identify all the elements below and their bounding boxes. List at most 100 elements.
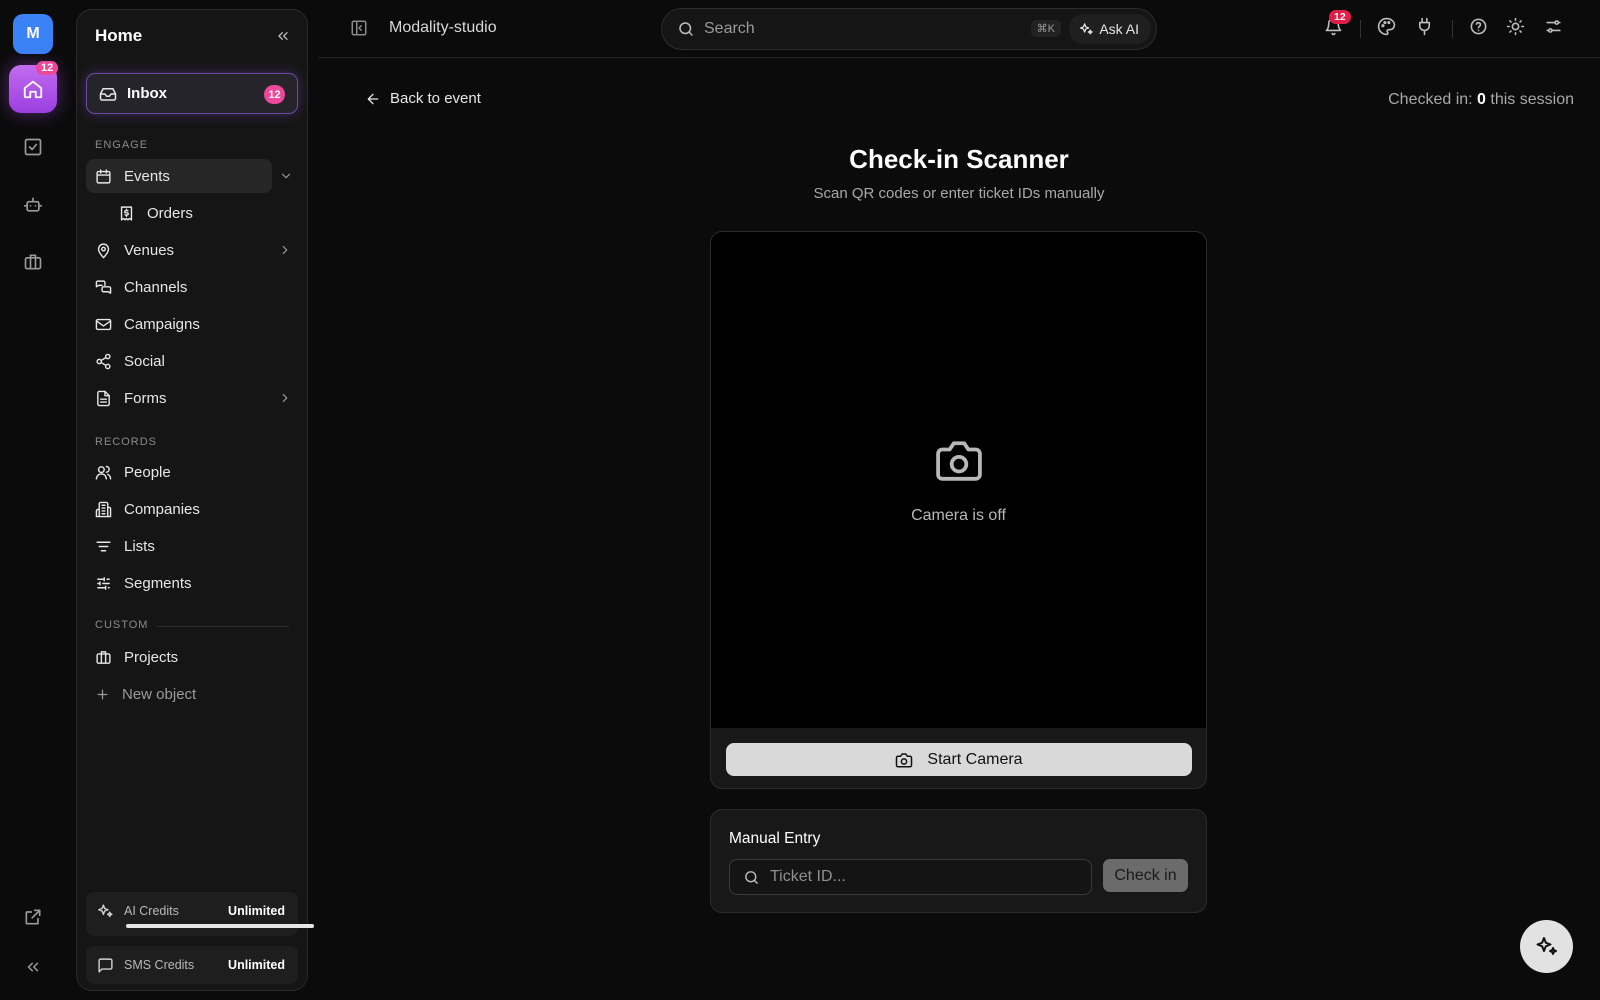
share-icon bbox=[95, 353, 112, 370]
mail-icon bbox=[95, 316, 112, 333]
toggle-sidebar-button[interactable] bbox=[350, 19, 368, 37]
check-in-button[interactable]: Check in bbox=[1103, 859, 1188, 892]
sidebar-title: Home bbox=[95, 26, 143, 45]
sidebar: Home Inbox 12 ENGAGE Events Orders Venue… bbox=[76, 9, 314, 991]
users-icon bbox=[95, 464, 112, 481]
sidebar-item-label: New object bbox=[122, 685, 197, 703]
external-link-icon bbox=[23, 907, 43, 927]
sidebar-item-venues[interactable]: Venues bbox=[86, 233, 298, 267]
events-expand-chevron-icon[interactable] bbox=[279, 169, 293, 183]
list-filter-icon bbox=[95, 538, 112, 555]
sms-credits[interactable]: SMS Credits Unlimited bbox=[86, 946, 298, 984]
divider bbox=[1360, 20, 1361, 38]
section-engage: ENGAGE bbox=[95, 139, 149, 151]
sidebar-item-label: Lists bbox=[124, 537, 155, 555]
home-badge: 12 bbox=[36, 61, 59, 75]
sliders-icon bbox=[95, 575, 112, 592]
briefcase-icon bbox=[23, 252, 43, 272]
help-button[interactable] bbox=[1469, 17, 1488, 36]
sidebar-item-companies[interactable]: Companies bbox=[86, 492, 298, 526]
ai-credits-progress bbox=[126, 924, 314, 928]
collapse-rail-button[interactable] bbox=[21, 955, 45, 979]
sidebar-item-campaigns[interactable]: Campaigns bbox=[86, 307, 298, 341]
messages-icon bbox=[95, 279, 112, 296]
sidebar-item-forms[interactable]: Forms bbox=[86, 381, 298, 415]
page-title: Check-in Scanner bbox=[849, 144, 1069, 174]
ai-credits[interactable]: AI Credits Unlimited bbox=[86, 892, 314, 936]
chevron-right-icon bbox=[278, 391, 292, 405]
app-rail: M 12 bbox=[0, 0, 67, 1000]
ask-ai-button[interactable]: Ask AI bbox=[1069, 14, 1151, 44]
building-icon bbox=[95, 501, 112, 518]
start-camera-button[interactable]: Start Camera bbox=[726, 743, 1192, 776]
back-to-event-link[interactable]: Back to event bbox=[356, 90, 481, 107]
search-placeholder: Search bbox=[704, 20, 755, 37]
ai-assistant-button[interactable] bbox=[1520, 920, 1573, 973]
sidebar-item-social[interactable]: Social bbox=[86, 344, 298, 378]
sidebar-item-people[interactable]: People bbox=[86, 455, 298, 489]
help-circle-icon bbox=[1470, 18, 1487, 35]
section-custom: CUSTOM bbox=[95, 619, 149, 631]
sidebar-item-label: Social bbox=[124, 352, 165, 370]
workspace-breadcrumb[interactable]: Modality-studio bbox=[389, 19, 497, 37]
sidebar-item-channels[interactable]: Channels bbox=[86, 270, 298, 304]
plus-icon bbox=[95, 687, 110, 702]
search-icon bbox=[743, 869, 760, 886]
panel-left-icon bbox=[351, 20, 367, 36]
chevron-right-icon bbox=[278, 243, 292, 257]
section-records: RECORDS bbox=[95, 436, 158, 448]
collapse-sidebar-button[interactable] bbox=[275, 28, 291, 44]
manual-entry-card: Manual Entry Check in bbox=[710, 809, 1207, 913]
theme-palette-button[interactable] bbox=[1377, 17, 1396, 36]
sidebar-item-events[interactable]: Events bbox=[86, 159, 272, 193]
integrations-button[interactable] bbox=[1415, 17, 1434, 36]
agents-rail-button[interactable] bbox=[21, 193, 45, 217]
sparkles-icon bbox=[1079, 22, 1094, 37]
camera-status: Camera is off bbox=[911, 507, 1006, 524]
manual-entry-heading: Manual Entry bbox=[729, 830, 821, 847]
workspace-avatar[interactable]: M bbox=[13, 14, 53, 54]
section-divider bbox=[157, 626, 289, 627]
chevrons-left-icon bbox=[24, 958, 42, 976]
camera-icon bbox=[895, 751, 913, 769]
sidebar-item-label: Channels bbox=[124, 278, 188, 296]
sidebar-item-lists[interactable]: Lists bbox=[86, 529, 298, 563]
sidebar-item-projects[interactable]: Projects bbox=[86, 640, 298, 674]
receipt-icon bbox=[118, 205, 135, 222]
sparkles-icon bbox=[1535, 935, 1559, 959]
home-icon bbox=[22, 78, 44, 100]
ticket-id-input[interactable] bbox=[770, 868, 1070, 886]
ticket-id-field[interactable] bbox=[729, 859, 1092, 895]
sidebar-item-label: Projects bbox=[124, 648, 179, 666]
sidebar-item-label: Inbox bbox=[127, 85, 167, 102]
new-object-button[interactable]: New object bbox=[86, 677, 298, 711]
projects-rail-button[interactable] bbox=[21, 250, 45, 274]
tasks-rail-button[interactable] bbox=[21, 135, 45, 159]
checkbox-icon bbox=[23, 137, 43, 157]
sidebar-item-label: Campaigns bbox=[124, 315, 200, 333]
session-checkin-count: Checked in: 0 this session bbox=[1388, 91, 1574, 109]
file-text-icon bbox=[95, 390, 112, 407]
settings-button[interactable] bbox=[1544, 17, 1563, 36]
sidebar-item-label: People bbox=[124, 463, 171, 481]
arrow-left-icon bbox=[365, 91, 381, 107]
sidebar-item-segments[interactable]: Segments bbox=[86, 566, 298, 600]
sidebar-item-label: Events bbox=[124, 167, 170, 185]
session-count: 0 bbox=[1477, 91, 1486, 108]
search-bar[interactable]: Search ⌘K Ask AI bbox=[661, 8, 1157, 50]
credit-name: SMS Credits bbox=[124, 958, 195, 972]
theme-toggle-button[interactable] bbox=[1506, 17, 1525, 36]
briefcase-icon bbox=[95, 649, 112, 666]
sidebar-item-inbox[interactable]: Inbox 12 bbox=[86, 73, 298, 114]
palette-icon bbox=[1377, 17, 1396, 36]
scanner-card: Camera is off Start Camera bbox=[710, 231, 1207, 789]
notifications-badge: 12 bbox=[1329, 10, 1351, 24]
sidebar-item-orders[interactable]: Orders bbox=[86, 196, 298, 230]
chevrons-left-icon bbox=[275, 28, 291, 44]
sparkles-icon bbox=[97, 903, 114, 920]
divider bbox=[1452, 20, 1453, 38]
sidebar-item-label: Companies bbox=[124, 500, 200, 518]
start-camera-label: Start Camera bbox=[927, 750, 1023, 768]
bot-icon bbox=[23, 195, 43, 215]
external-link-rail-button[interactable] bbox=[21, 905, 45, 929]
